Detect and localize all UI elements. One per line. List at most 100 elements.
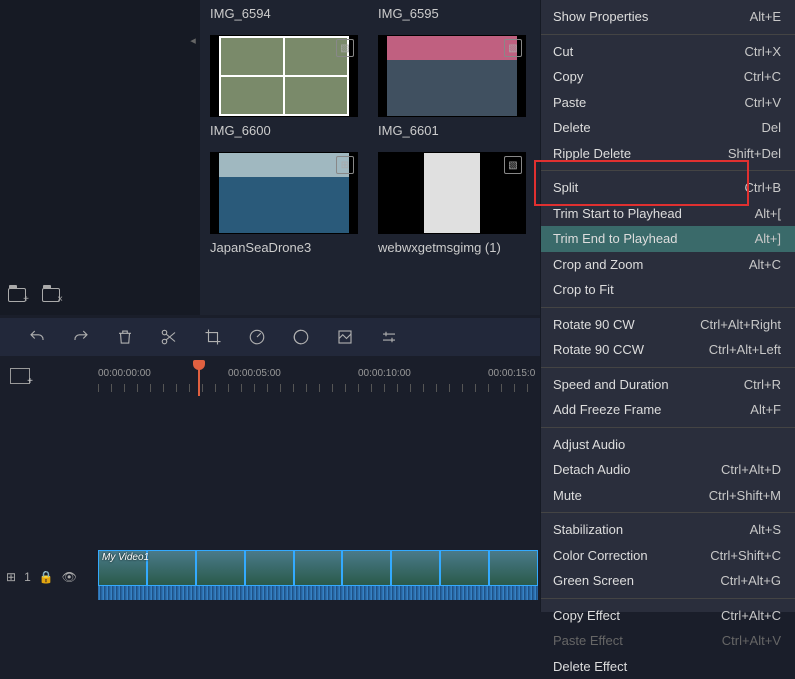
redo-icon[interactable] — [70, 326, 92, 348]
media-thumbnail[interactable]: ▧ — [210, 35, 358, 117]
media-thumbnail[interactable]: ▧ — [378, 152, 526, 234]
menu-item[interactable]: Rotate 90 CW Ctrl+Alt+Right — [541, 312, 795, 338]
menu-item[interactable]: Delete Effect — [541, 654, 795, 679]
menu-item[interactable]: Crop and ZoomAlt+C — [541, 252, 795, 278]
menu-shortcut: Ctrl+R — [744, 375, 781, 395]
menu-item[interactable]: MuteCtrl+Shift+M — [541, 483, 795, 509]
project-sidebar — [0, 0, 200, 315]
audio-waveform[interactable] — [98, 586, 538, 600]
ruler-tick: 00:00:10:00 — [358, 368, 411, 379]
menu-item[interactable]: Detach AudioCtrl+Alt+D — [541, 457, 795, 483]
time-ruler[interactable]: 00:00:00:00 00:00:05:00 00:00:10:00 00:0… — [98, 368, 538, 394]
timeline-toolbar — [0, 318, 540, 356]
menu-item[interactable]: Ripple DeleteShift+Del — [541, 141, 795, 167]
menu-label: Copy — [553, 67, 583, 87]
new-folder-icon[interactable]: + — [8, 288, 26, 302]
menu-item[interactable]: Color CorrectionCtrl+Shift+C — [541, 543, 795, 569]
menu-separator — [541, 367, 795, 368]
ruler-tickmarks — [98, 384, 538, 392]
crop-icon[interactable] — [202, 326, 224, 348]
media-item[interactable]: IMG_6595 — [378, 0, 526, 21]
ruler-tick: 00:00:05:00 — [228, 368, 281, 379]
menu-item[interactable]: Trim End to Playhead Alt+] — [541, 226, 795, 252]
ruler-tick: 00:00:15:0 — [488, 368, 535, 379]
menu-item[interactable]: Copy Ctrl+C — [541, 64, 795, 90]
track-manager-icon[interactable] — [10, 368, 30, 384]
menu-item[interactable]: DeleteDel — [541, 115, 795, 141]
menu-item[interactable]: CutCtrl+X — [541, 39, 795, 65]
delete-folder-icon[interactable]: × — [42, 288, 60, 302]
menu-shortcut: Ctrl+Alt+C — [721, 606, 781, 626]
menu-label: Paste — [553, 93, 586, 113]
undo-icon[interactable] — [26, 326, 48, 348]
media-label: JapanSeaDrone3 — [210, 240, 358, 255]
menu-item[interactable]: Show PropertiesAlt+E — [541, 4, 795, 30]
media-item[interactable]: ⊞ JapanSeaDrone3 — [210, 152, 358, 255]
delete-icon[interactable] — [114, 326, 136, 348]
menu-label: Rotate 90 CW — [553, 315, 635, 335]
menu-item[interactable]: Paste Ctrl+V — [541, 90, 795, 116]
menu-shortcut: Ctrl+X — [745, 42, 781, 62]
video-type-icon: ⊞ — [336, 156, 354, 174]
menu-label: Rotate 90 CCW — [553, 340, 644, 360]
menu-item: Paste EffectCtrl+Alt+V — [541, 628, 795, 654]
media-label: webwxgetmsgimg (1) — [378, 240, 526, 255]
menu-item[interactable]: Rotate 90 CCW Ctrl+Alt+Left — [541, 337, 795, 363]
media-thumbnail[interactable]: ▧ — [378, 35, 526, 117]
menu-separator — [541, 427, 795, 428]
menu-shortcut: Ctrl+Alt+Left — [709, 340, 781, 360]
menu-shortcut: Ctrl+Alt+G — [720, 571, 781, 591]
adjust-icon[interactable] — [378, 326, 400, 348]
menu-shortcut: Ctrl+C — [744, 67, 781, 87]
image-type-icon: ▧ — [504, 156, 522, 174]
media-label: IMG_6601 — [378, 123, 526, 138]
media-item[interactable]: ▧ webwxgetmsgimg (1) — [378, 152, 526, 255]
menu-item[interactable]: Speed and DurationCtrl+R — [541, 372, 795, 398]
menu-item[interactable]: Add Freeze FrameAlt+F — [541, 397, 795, 423]
menu-shortcut: Ctrl+Alt+D — [721, 460, 781, 480]
collapse-handle-icon[interactable]: ◂ — [188, 30, 198, 50]
menu-label: Color Correction — [553, 546, 648, 566]
menu-shortcut: Ctrl+B — [745, 178, 781, 198]
menu-label: Adjust Audio — [553, 435, 625, 455]
menu-item[interactable]: Adjust Audio — [541, 432, 795, 458]
menu-shortcut: Alt+[ — [755, 204, 781, 224]
ruler-tick: 00:00:00:00 — [98, 368, 151, 379]
menu-label: Mute — [553, 486, 582, 506]
menu-item[interactable]: Green Screen Ctrl+Alt+G — [541, 568, 795, 594]
visibility-icon[interactable]: 👁 — [62, 570, 77, 584]
media-label: IMG_6600 — [210, 123, 358, 138]
speed-icon[interactable] — [246, 326, 268, 348]
filmstrip-icon: ⊞ — [6, 570, 16, 584]
menu-item[interactable]: Trim Start to Playhead Alt+[ — [541, 201, 795, 227]
menu-label: Green Screen — [553, 571, 634, 591]
menu-label: Delete — [553, 118, 591, 138]
menu-label: Trim Start to Playhead — [553, 204, 682, 224]
menu-shortcut: Alt+] — [755, 229, 781, 249]
lock-icon[interactable]: 🔒 — [39, 570, 54, 584]
image-type-icon: ▧ — [504, 39, 522, 57]
context-menu: Show PropertiesAlt+E CutCtrl+XCopy Ctrl+C P… — [540, 0, 795, 612]
menu-item[interactable]: Copy Effect Ctrl+Alt+C — [541, 603, 795, 629]
menu-label: Crop and Zoom — [553, 255, 643, 275]
split-icon[interactable] — [158, 326, 180, 348]
color-icon[interactable] — [290, 326, 312, 348]
menu-label: Crop to Fit — [553, 280, 614, 300]
menu-shortcut: Ctrl+Alt+Right — [700, 315, 781, 335]
menu-label: Trim End to Playhead — [553, 229, 678, 249]
menu-item[interactable]: Split Ctrl+B — [541, 175, 795, 201]
menu-item[interactable]: StabilizationAlt+S — [541, 517, 795, 543]
menu-label: Copy Effect — [553, 606, 620, 626]
media-browser: IMG_6594 IMG_6595 ▧ IMG_6600 ▧ IMG_6601 … — [200, 0, 540, 315]
menu-item[interactable]: Crop to Fit — [541, 277, 795, 303]
media-item[interactable]: ▧ IMG_6600 — [210, 35, 358, 138]
greenscreen-icon[interactable] — [334, 326, 356, 348]
menu-shortcut: Ctrl+V — [745, 93, 781, 113]
menu-label: Stabilization — [553, 520, 623, 540]
menu-label: Split — [553, 178, 578, 198]
media-item[interactable]: ▧ IMG_6601 — [378, 35, 526, 138]
media-item[interactable]: IMG_6594 — [210, 0, 358, 21]
menu-label: Paste Effect — [553, 631, 623, 651]
media-thumbnail[interactable]: ⊞ — [210, 152, 358, 234]
track-controls: ⊞ 1 🔒 👁 — [6, 570, 77, 584]
